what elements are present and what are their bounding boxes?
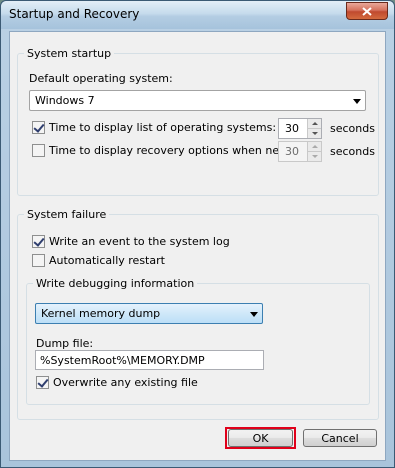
arrow-down-icon	[311, 132, 318, 135]
system-failure-legend: System failure	[27, 208, 107, 221]
auto-restart-checkbox[interactable]	[32, 254, 45, 267]
chevron-down-icon[interactable]	[353, 99, 361, 104]
spin-up-button[interactable]	[307, 142, 321, 152]
dialog-window: Startup and Recovery System startup Defa…	[0, 0, 395, 468]
spin-down-button[interactable]	[307, 129, 321, 138]
overwrite-checkbox[interactable]	[36, 376, 49, 389]
title-bar[interactable]: Startup and Recovery	[1, 1, 394, 29]
write-event-row: Write an event to the system log	[32, 235, 230, 248]
os-list-seconds-spinner[interactable]: 30	[278, 118, 322, 139]
os-list-seconds-unit: seconds	[330, 122, 375, 135]
default-os-label: Default operating system:	[29, 72, 173, 85]
show-recovery-checkbox[interactable]	[32, 144, 45, 157]
recovery-seconds-value: 30	[285, 145, 299, 158]
overwrite-row: Overwrite any existing file	[36, 376, 198, 389]
recovery-seconds-unit: seconds	[330, 145, 375, 158]
auto-restart-row: Automatically restart	[32, 254, 165, 267]
dump-file-value: %SystemRoot%\MEMORY.DMP	[40, 354, 205, 367]
spin-up-button[interactable]	[307, 119, 321, 129]
debugging-legend: Write debugging information	[36, 277, 195, 290]
default-os-select[interactable]: Windows 7	[29, 90, 366, 111]
close-icon	[362, 6, 372, 16]
close-button[interactable]	[346, 2, 388, 20]
arrow-down-icon	[311, 155, 318, 158]
show-recovery-label: Time to display recovery options when ne…	[49, 144, 311, 157]
write-event-checkbox[interactable]	[32, 235, 45, 248]
auto-restart-label: Automatically restart	[49, 254, 165, 267]
write-event-label: Write an event to the system log	[49, 235, 230, 248]
dump-file-label: Dump file:	[36, 337, 94, 350]
dialog-body: System startup Default operating system:…	[9, 31, 386, 461]
chevron-down-icon[interactable]	[250, 312, 258, 317]
cancel-button[interactable]: Cancel	[303, 429, 377, 447]
show-os-list-row: Time to display list of operating system…	[32, 121, 276, 134]
dump-type-select[interactable]: Kernel memory dump	[35, 303, 263, 324]
os-list-seconds-value: 30	[285, 122, 299, 135]
overwrite-label: Overwrite any existing file	[53, 376, 198, 389]
ok-button-label: OK	[252, 431, 269, 445]
spin-down-button[interactable]	[307, 152, 321, 161]
arrow-up-icon	[311, 145, 318, 148]
dump-type-value: Kernel memory dump	[41, 307, 161, 320]
recovery-seconds-spinner[interactable]: 30	[278, 141, 322, 162]
default-os-value: Windows 7	[35, 94, 95, 107]
cancel-button-label: Cancel	[321, 431, 359, 445]
dump-file-input[interactable]: %SystemRoot%\MEMORY.DMP	[35, 350, 264, 370]
show-os-list-checkbox[interactable]	[32, 121, 45, 134]
system-startup-legend: System startup	[27, 47, 112, 60]
ok-button[interactable]: OK	[228, 429, 293, 447]
show-recovery-row: Time to display recovery options when ne…	[32, 144, 310, 157]
show-os-list-label: Time to display list of operating system…	[49, 121, 277, 134]
window-title: Startup and Recovery	[9, 7, 140, 21]
arrow-up-icon	[311, 122, 318, 125]
